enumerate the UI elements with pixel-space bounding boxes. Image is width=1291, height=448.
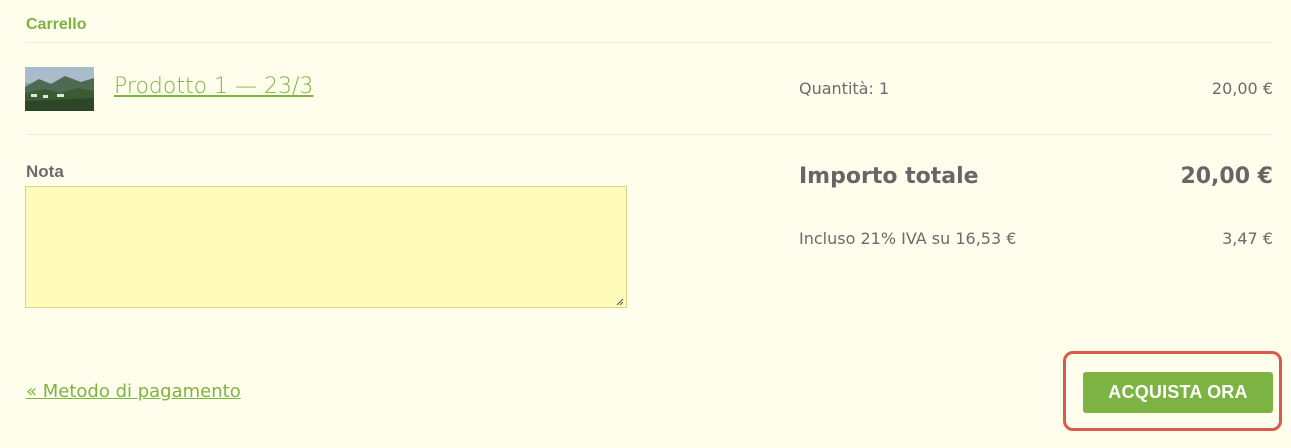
item-price: 20,00 € (1211, 79, 1273, 98)
tax-label: Incluso 21% IVA su 16,53 € (799, 229, 1017, 248)
divider (26, 42, 1273, 43)
item-quantity: Quantità: 1 (799, 79, 890, 98)
product-thumbnail[interactable] (25, 67, 94, 111)
tax-value: 3,47 € (1222, 229, 1273, 248)
product-link[interactable]: Prodotto 1 — 23/3 (114, 74, 313, 99)
back-to-payment-link[interactable]: « Metodo di pagamento (26, 381, 241, 402)
total-value: 20,00 € (1180, 164, 1273, 189)
total-label: Importo totale (799, 164, 979, 189)
buy-now-button[interactable]: ACQUISTA ORA (1083, 372, 1273, 413)
landscape-image-icon (25, 67, 94, 111)
note-field[interactable] (25, 186, 627, 308)
note-label: Nota (26, 162, 64, 181)
divider (26, 134, 1273, 135)
cart-title: Carrello (26, 16, 87, 33)
resize-handle-icon[interactable] (614, 296, 624, 306)
